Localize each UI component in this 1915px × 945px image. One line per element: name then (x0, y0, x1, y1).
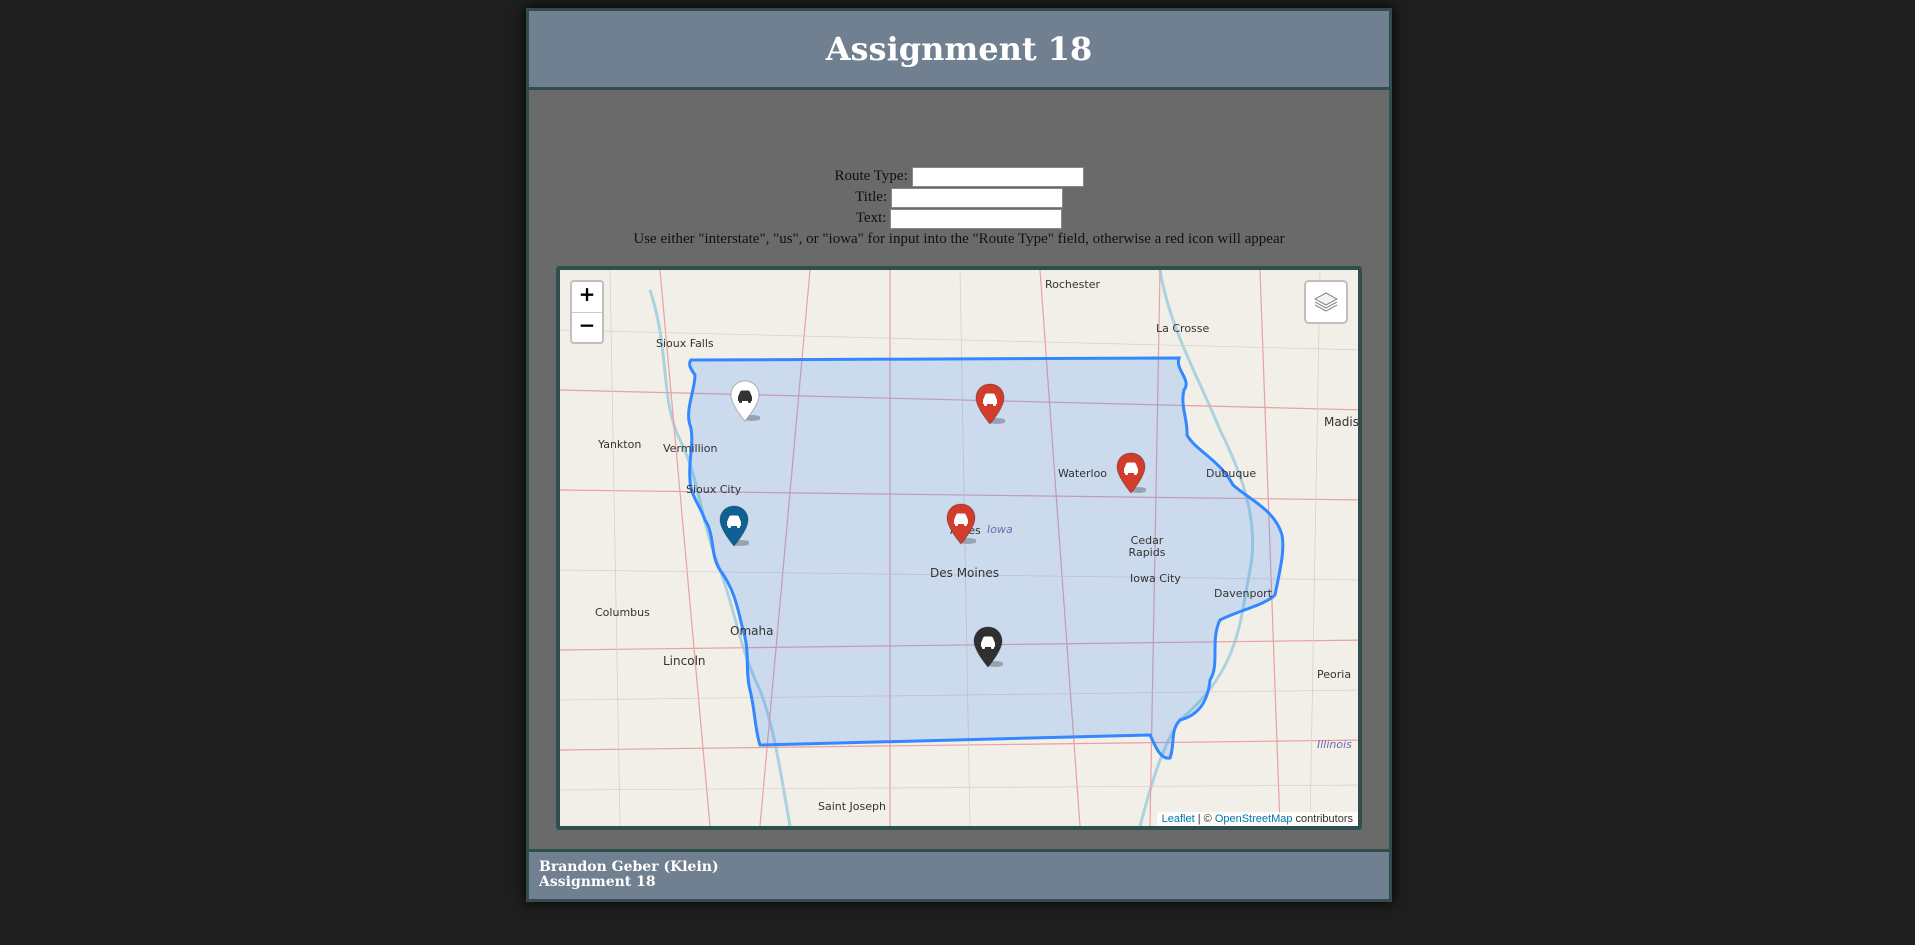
map-marker[interactable] (975, 383, 1006, 425)
title-row: Title: (529, 187, 1389, 208)
place-saint-joseph: Saint Joseph (818, 800, 886, 813)
place-iowa-city: Iowa City (1130, 572, 1181, 585)
map-attribution: Leaflet | © OpenStreetMap contributors (1156, 812, 1358, 826)
leaflet-link[interactable]: Leaflet (1162, 813, 1195, 825)
place-omaha: Omaha (730, 624, 774, 638)
title-label: Title: (855, 189, 888, 205)
page-title: Assignment 18 (825, 30, 1093, 68)
map-marker[interactable] (1116, 452, 1147, 494)
zoom-control: + − (570, 280, 604, 344)
text-input[interactable] (890, 208, 1063, 229)
map-view[interactable]: Rochester La Crosse Sioux Falls Madiso Y… (556, 266, 1362, 830)
map-marker[interactable] (719, 505, 750, 547)
instruction-text: Use either "interstate", "us", or "iowa"… (633, 231, 1285, 247)
map-marker[interactable] (730, 380, 761, 422)
title-input[interactable] (890, 187, 1063, 208)
page-header: Assignment 18 (529, 11, 1389, 90)
map-marker[interactable] (973, 626, 1004, 668)
place-sioux-falls: Sioux Falls (656, 337, 714, 350)
place-rochester: Rochester (1045, 278, 1100, 291)
place-illinois: Illinois (1317, 738, 1352, 751)
place-sioux-city: Sioux City (686, 483, 742, 496)
route-type-label: Route Type: (834, 168, 908, 184)
place-iowa: Iowa (987, 523, 1013, 536)
place-columbus: Columbus (595, 606, 650, 619)
place-cedar-rapids: Cedar Rapids (1128, 534, 1166, 559)
text-row: Text: (529, 208, 1389, 229)
place-la-crosse: La Crosse (1156, 322, 1210, 335)
route-form: Route Type: Title: Text: Use either "int… (529, 166, 1389, 250)
layers-control[interactable] (1304, 280, 1348, 324)
place-dubuque: Dubuque (1206, 467, 1257, 480)
route-type-row: Route Type: (529, 166, 1389, 187)
zoom-in-button[interactable]: + (572, 282, 602, 312)
place-des-moines: Des Moines (930, 566, 999, 580)
footer-author: Brandon Geber (Klein) (539, 859, 719, 875)
map-basemap (560, 270, 1358, 826)
place-vermillion: Vermillion (663, 442, 718, 455)
attribution-suffix: contributors (1292, 813, 1353, 825)
attribution-separator: | © (1194, 813, 1215, 825)
place-yankton: Yankton (598, 438, 642, 451)
zoom-out-button[interactable]: − (572, 312, 602, 342)
place-peoria: Peoria (1317, 668, 1352, 681)
place-davenport: Davenport (1214, 587, 1273, 600)
layers-icon (1313, 292, 1339, 312)
footer-assignment: Assignment 18 (539, 874, 656, 890)
route-type-input[interactable] (911, 166, 1084, 187)
page-container: Assignment 18 Route Type: Title: Text: U… (526, 8, 1392, 902)
map-marker[interactable] (946, 503, 977, 545)
page-footer: Brandon Geber (Klein) Assignment 18 (529, 849, 1389, 899)
place-waterloo: Waterloo (1058, 467, 1108, 480)
text-label: Text: (855, 210, 887, 226)
osm-link[interactable]: OpenStreetMap (1215, 813, 1293, 825)
place-madison: Madiso (1324, 415, 1359, 429)
place-lincoln: Lincoln (663, 654, 706, 668)
